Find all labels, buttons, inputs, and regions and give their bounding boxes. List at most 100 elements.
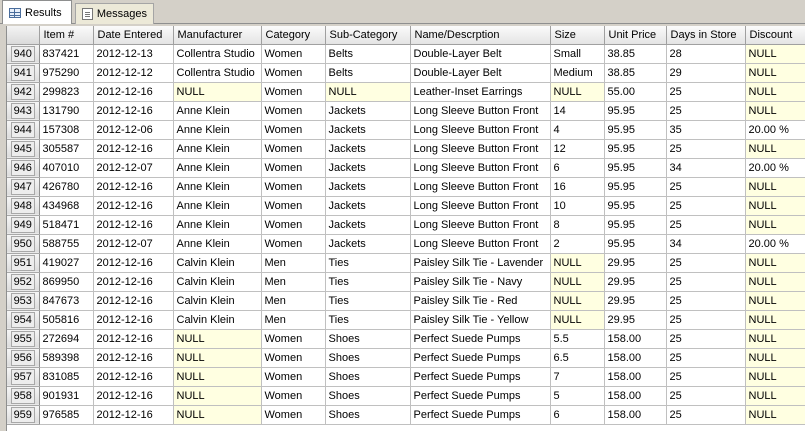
table-cell[interactable]: 29.95 (604, 272, 667, 292)
table-cell[interactable]: 16 (550, 177, 605, 197)
table-cell[interactable]: Long Sleeve Button Front (410, 120, 551, 140)
table-cell[interactable]: Women (261, 348, 326, 368)
column-header-item[interactable]: Item # (39, 26, 94, 45)
table-row[interactable]: 956 589398 2012-12-16 NULL Women Shoes Perfect… (7, 348, 805, 368)
table-cell[interactable]: NULL (173, 348, 262, 368)
table-cell[interactable]: Women (261, 234, 326, 254)
results-grid[interactable]: Item # Date Entered Manufacturer Category Su… (6, 26, 805, 431)
table-cell[interactable]: Men (261, 291, 326, 311)
table-cell[interactable]: NULL (745, 348, 805, 368)
table-cell[interactable]: 34 (666, 234, 746, 254)
table-cell[interactable]: Anne Klein (173, 120, 262, 140)
table-cell[interactable]: Paisley Silk Tie - Navy (410, 272, 551, 292)
table-cell[interactable]: 847673 (39, 291, 94, 311)
table-cell[interactable]: 20.00 % (745, 158, 805, 178)
table-cell[interactable]: Women (261, 120, 326, 140)
table-cell[interactable]: 28 (666, 44, 746, 64)
table-cell[interactable]: Calvin Klein (173, 272, 262, 292)
table-cell[interactable]: 158.00 (604, 386, 667, 406)
table-cell[interactable]: Shoes (325, 348, 411, 368)
table-cell[interactable]: Collentra Studio (173, 44, 262, 64)
table-row[interactable]: 948 434968 2012-12-16 Anne Klein Women Jacket… (7, 196, 805, 216)
table-cell[interactable]: 20.00 % (745, 234, 805, 254)
table-cell[interactable]: 901931 (39, 386, 94, 406)
table-cell[interactable]: 25 (666, 253, 746, 273)
table-cell[interactable]: NULL (550, 310, 605, 330)
table-cell[interactable]: Anne Klein (173, 177, 262, 197)
table-cell[interactable]: NULL (745, 63, 805, 83)
table-cell[interactable]: NULL (745, 177, 805, 197)
table-cell[interactable]: Long Sleeve Button Front (410, 158, 551, 178)
table-cell[interactable]: Belts (325, 44, 411, 64)
table-row[interactable]: 957 831085 2012-12-16 NULL Women Shoes Perfect… (7, 367, 805, 387)
row-number-header[interactable]: 955 (7, 329, 40, 349)
table-cell[interactable]: Women (261, 63, 326, 83)
table-cell[interactable]: 25 (666, 291, 746, 311)
table-cell[interactable]: 25 (666, 177, 746, 197)
table-cell[interactable]: Perfect Suede Pumps (410, 367, 551, 387)
table-cell[interactable]: 589398 (39, 348, 94, 368)
table-cell[interactable]: 95.95 (604, 196, 667, 216)
table-cell[interactable]: 305587 (39, 139, 94, 159)
table-cell[interactable]: 2012-12-16 (93, 348, 174, 368)
table-cell[interactable]: Jackets (325, 177, 411, 197)
table-row[interactable]: 947 426780 2012-12-16 Anne Klein Women Jacket… (7, 177, 805, 197)
table-cell[interactable]: Men (261, 253, 326, 273)
table-row[interactable]: 955 272694 2012-12-16 NULL Women Shoes Perfect… (7, 329, 805, 349)
table-cell[interactable]: Long Sleeve Button Front (410, 101, 551, 121)
table-cell[interactable]: Men (261, 272, 326, 292)
table-cell[interactable]: 2 (550, 234, 605, 254)
table-cell[interactable]: 158.00 (604, 405, 667, 425)
table-cell[interactable]: 2012-12-16 (93, 253, 174, 273)
table-cell[interactable]: 975290 (39, 63, 94, 83)
table-cell[interactable]: Calvin Klein (173, 253, 262, 273)
table-row[interactable]: 959 976585 2012-12-16 NULL Women Shoes Perfect… (7, 405, 805, 425)
table-cell[interactable]: 2012-12-16 (93, 101, 174, 121)
table-cell[interactable]: 2012-12-06 (93, 120, 174, 140)
table-cell[interactable]: 2012-12-16 (93, 291, 174, 311)
table-cell[interactable]: Women (261, 177, 326, 197)
table-cell[interactable]: Long Sleeve Button Front (410, 234, 551, 254)
table-cell[interactable]: NULL (550, 253, 605, 273)
table-cell[interactable]: 5 (550, 386, 605, 406)
row-number-header[interactable]: 940 (7, 44, 40, 64)
table-cell[interactable]: NULL (325, 82, 411, 102)
table-cell[interactable]: Anne Klein (173, 139, 262, 159)
table-cell[interactable]: 25 (666, 329, 746, 349)
table-cell[interactable]: NULL (550, 291, 605, 311)
table-cell[interactable]: 25 (666, 367, 746, 387)
table-cell[interactable]: Perfect Suede Pumps (410, 329, 551, 349)
table-cell[interactable]: 35 (666, 120, 746, 140)
table-cell[interactable]: Jackets (325, 158, 411, 178)
table-cell[interactable]: Women (261, 386, 326, 406)
row-number-header[interactable]: 945 (7, 139, 40, 159)
table-cell[interactable]: Ties (325, 253, 411, 273)
table-cell[interactable]: Men (261, 310, 326, 330)
column-header-sub-category[interactable]: Sub-Category (325, 26, 411, 45)
column-header-size[interactable]: Size (550, 26, 605, 45)
row-number-header[interactable]: 948 (7, 196, 40, 216)
table-cell[interactable]: Anne Klein (173, 234, 262, 254)
table-cell[interactable]: Jackets (325, 139, 411, 159)
table-cell[interactable]: NULL (745, 82, 805, 102)
table-cell[interactable]: Ties (325, 291, 411, 311)
table-cell[interactable]: NULL (173, 405, 262, 425)
table-cell[interactable]: Shoes (325, 405, 411, 425)
column-header-discount[interactable]: Discount (745, 26, 805, 45)
table-cell[interactable]: Perfect Suede Pumps (410, 386, 551, 406)
table-cell[interactable]: 25 (666, 272, 746, 292)
column-header-manufacturer[interactable]: Manufacturer (173, 26, 262, 45)
table-cell[interactable]: Jackets (325, 215, 411, 235)
row-number-header[interactable]: 959 (7, 405, 40, 425)
table-cell[interactable]: NULL (745, 44, 805, 64)
table-cell[interactable]: 34 (666, 158, 746, 178)
table-cell[interactable]: 588755 (39, 234, 94, 254)
table-cell[interactable]: Women (261, 196, 326, 216)
table-cell[interactable]: Women (261, 82, 326, 102)
table-cell[interactable]: NULL (745, 329, 805, 349)
table-row[interactable]: 943 131790 2012-12-16 Anne Klein Women Jacket… (7, 101, 805, 121)
table-row[interactable]: 954 505816 2012-12-16 Calvin Klein Men Ties Pa… (7, 310, 805, 330)
table-cell[interactable]: NULL (745, 196, 805, 216)
table-row[interactable]: 941 975290 2012-12-12 Collentra Studio Women… (7, 63, 805, 83)
table-cell[interactable]: Belts (325, 63, 411, 83)
